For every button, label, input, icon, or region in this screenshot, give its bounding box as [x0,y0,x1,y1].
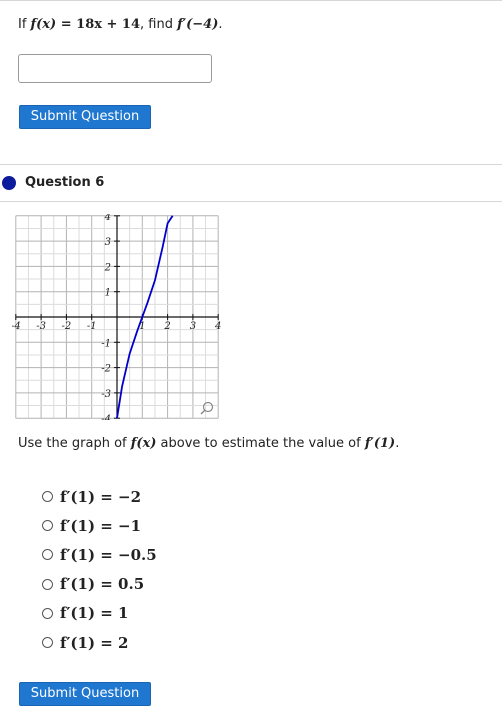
option-label: f′(1) = 2 [60,633,129,652]
option-4[interactable]: f′(1) = 0.5 [42,570,157,599]
q6-function: f(x) [130,436,157,451]
radio-button[interactable] [42,549,53,561]
graph-axes [15,215,219,419]
x-tick-label: 4 [214,321,221,332]
option-label: f′(1) = −1 [60,516,142,535]
option-1[interactable]: f′(1) = −2 [42,482,157,511]
y-tick-label: -4 [101,414,111,420]
option-label: f′(1) = 1 [60,604,129,623]
answer-options: f′(1) = −2 f′(1) = −1 f′(1) = −0.5 f′(1)… [42,482,157,657]
y-tick-label: -2 [101,364,111,375]
y-tick-label: 3 [105,237,111,248]
q6-prompt-start: Use the graph of [18,436,131,451]
top-divider [0,0,502,1]
option-6[interactable]: f′(1) = 2 [42,628,157,657]
answer-input[interactable] [18,54,212,83]
q5-equation: = 18x + 14 [56,17,141,32]
q5-function: f(x) [30,17,57,32]
question-header: Question 6 [2,175,104,190]
x-tick-label: 3 [190,321,196,332]
section-divider [0,164,502,165]
y-tick-label: 1 [105,288,111,299]
q6-prompt-end: . [395,436,400,451]
submit-button-q6[interactable]: Submit Question [19,682,151,706]
option-label: f′(1) = 0.5 [60,575,145,594]
q5-prompt: If f(x) = 18x + 14, find f′(−4). [18,17,223,32]
y-tick-label: 4 [104,214,111,223]
radio-button[interactable] [42,607,53,619]
magnifier-icon[interactable] [200,401,214,415]
question-title: Question 6 [25,175,105,190]
option-5[interactable]: f′(1) = 1 [42,599,157,628]
q6-prompt: Use the graph of f(x) above to estimate … [18,436,399,451]
radio-button[interactable] [42,491,53,503]
function-graph: -4-3-2-112344321-1-2-3-4 [12,214,221,420]
radio-button[interactable] [42,637,53,649]
q5-target: f′(−4) [177,17,219,32]
q6-prompt-middle: above to estimate the value of [156,436,365,451]
x-tick-label: -4 [12,321,21,332]
q5-prefix: If [18,17,31,32]
radio-button[interactable] [42,520,53,532]
y-tick-label: -3 [101,389,111,400]
question-status-dot [2,175,16,190]
option-3[interactable]: f′(1) = −0.5 [42,540,157,569]
x-tick-label: -3 [36,321,46,332]
y-tick-label: -1 [101,338,111,349]
q5-end: . [218,17,223,32]
option-label: f′(1) = −0.5 [60,545,157,564]
x-tick-label: -2 [62,321,72,332]
header-divider [0,201,502,202]
y-tick-label: 2 [104,262,111,273]
x-tick-label: 2 [163,321,170,332]
radio-button[interactable] [42,578,53,590]
option-2[interactable]: f′(1) = −1 [42,511,157,540]
option-label: f′(1) = −2 [60,487,142,506]
submit-button[interactable]: Submit Question [19,105,151,129]
q5-find-word: , find [140,17,178,32]
q6-target: f′(1) [364,436,396,451]
x-tick-label: -1 [87,321,97,332]
